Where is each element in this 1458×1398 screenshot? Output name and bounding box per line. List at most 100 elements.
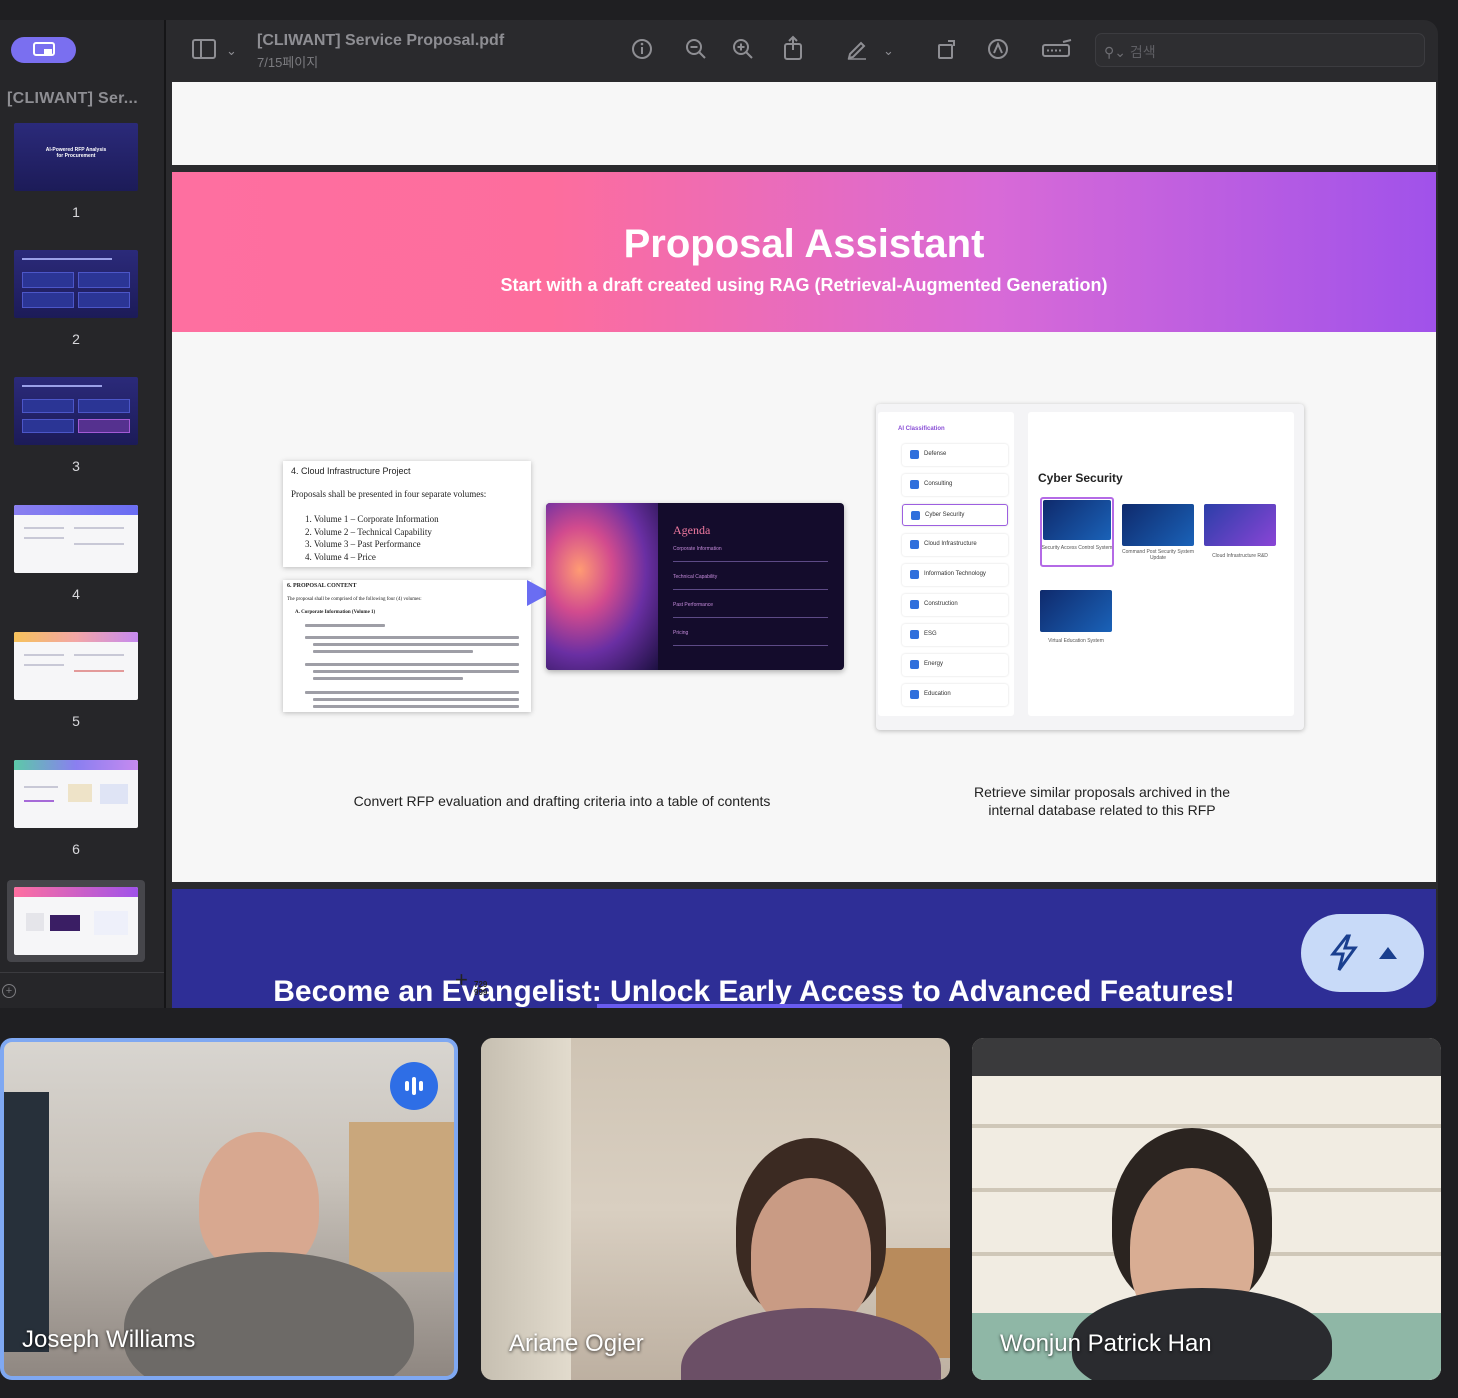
- agenda-item: Corporate Information: [673, 546, 722, 552]
- category-consulting[interactable]: Consulting: [902, 474, 1008, 496]
- result-thumbnail[interactable]: [1043, 500, 1111, 540]
- agenda-line: [673, 617, 828, 618]
- leaf-icon: [910, 660, 919, 669]
- thumb-line: [22, 385, 102, 387]
- thumb-line: [50, 915, 80, 931]
- abstract-art-image: [546, 503, 658, 670]
- rfp-volume-item: 2. Volume 2 – Technical Capability: [305, 526, 432, 537]
- folder-icon: [910, 690, 919, 699]
- agenda-line: [673, 645, 828, 646]
- annotate-icon[interactable]: [987, 38, 1009, 60]
- tile-top-bar: [972, 1038, 1441, 1076]
- result-caption: Command Post Security System Update: [1122, 549, 1194, 561]
- document-title: [CLIWANT] Service Proposal.pdf: [257, 32, 505, 49]
- thumbnail-page-1[interactable]: AI-Powered RFP Analysis for Procurement: [14, 123, 138, 191]
- slide-header: Proposal Assistant Start with a draft cr…: [172, 172, 1436, 332]
- caption-left: Convert RFP evaluation and drafting crit…: [353, 793, 771, 809]
- cursor-coordinates: 729 999: [474, 980, 488, 997]
- form-fill-icon[interactable]: [1041, 38, 1073, 60]
- floating-action-pill[interactable]: [1301, 914, 1424, 992]
- participant-name: Ariane Ogier: [509, 1330, 644, 1357]
- thumb-line: [24, 654, 64, 656]
- zoom-in-icon[interactable]: [732, 38, 754, 60]
- results-title: Cyber Security: [1038, 471, 1123, 485]
- thumbnail-number: 1: [72, 204, 80, 220]
- thumb-line: [74, 527, 124, 529]
- globe-icon: [910, 630, 919, 639]
- result-thumbnail[interactable]: [1204, 504, 1276, 546]
- chat-icon: [910, 570, 919, 579]
- result-thumbnail[interactable]: [1040, 590, 1112, 632]
- thumb-box: [22, 272, 74, 288]
- rotate-icon[interactable]: [936, 38, 958, 60]
- participant-tile-ariane-ogier[interactable]: Ariane Ogier: [481, 1038, 950, 1380]
- proposal-retrieval-card: AI Classification Defense Consulting Cyb…: [876, 404, 1304, 730]
- lightning-icon: [1330, 934, 1359, 971]
- thumbnail-page-6[interactable]: [14, 760, 138, 828]
- category-defense[interactable]: Defense: [902, 444, 1008, 466]
- server-icon: [910, 540, 919, 549]
- thumb-line: [24, 800, 54, 802]
- category-energy[interactable]: Energy: [902, 654, 1008, 676]
- slide-subtitle: Start with a draft created using RAG (Re…: [500, 275, 1108, 295]
- folder-icon: [910, 450, 919, 459]
- participant-tile-wonjun-patrick-han[interactable]: Wonjun Patrick Han: [972, 1038, 1441, 1380]
- category-label: Education: [924, 691, 951, 697]
- rfp-subsection: A. Corporate Information (Volume 1): [295, 610, 376, 615]
- window-curtain: [481, 1038, 571, 1380]
- thumbnail-page-5[interactable]: [14, 632, 138, 700]
- text-line: [313, 677, 463, 680]
- search-field[interactable]: ⚲⌄ 검색: [1095, 33, 1425, 67]
- markup-pen-icon[interactable]: [846, 38, 868, 60]
- rfp-section-title: 6. PROPOSAL CONTENT: [287, 583, 357, 589]
- thumb-line: [74, 670, 124, 672]
- thumbnail-page-3[interactable]: [14, 377, 138, 445]
- person-head: [199, 1132, 319, 1272]
- info-icon[interactable]: [631, 38, 653, 60]
- classification-header: AI Classification: [898, 426, 945, 432]
- document-icon: [911, 511, 920, 520]
- text-line: [313, 670, 519, 673]
- thumb-line: [94, 911, 128, 935]
- zoom-out-icon[interactable]: [685, 38, 707, 60]
- thumb-box: [22, 399, 74, 413]
- category-construction[interactable]: Construction: [902, 594, 1008, 616]
- add-icon[interactable]: +: [2, 984, 16, 998]
- participant-name: Wonjun Patrick Han: [1000, 1330, 1212, 1357]
- wall-cabinet: [349, 1122, 454, 1272]
- category-cloud-infrastructure[interactable]: Cloud Infrastructure: [902, 534, 1008, 556]
- thumb-box: [78, 399, 130, 413]
- participant-tile-joseph-williams[interactable]: Joseph Williams: [0, 1038, 458, 1380]
- thumb-line: [22, 258, 112, 260]
- presentation-icon: [32, 42, 55, 56]
- pdf-viewer-window: [CLIWANT] Ser... AI-Powered RFP Analysis…: [0, 20, 1438, 1008]
- category-label: Defense: [924, 451, 947, 457]
- rfp-volume-item: 1. Volume 1 – Corporate Information: [305, 514, 439, 524]
- results-panel: Cyber Security Security Access Control S…: [1028, 412, 1294, 716]
- category-label: Consulting: [924, 481, 953, 487]
- thumb-line: [24, 664, 64, 666]
- result-thumbnail[interactable]: [1122, 504, 1194, 546]
- category-education[interactable]: Education: [902, 684, 1008, 706]
- search-placeholder: 검색: [1129, 44, 1156, 60]
- thumb-line: [26, 913, 44, 931]
- category-information-technology[interactable]: Information Technology: [902, 564, 1008, 586]
- thumbnail-page-2[interactable]: [14, 250, 138, 318]
- chevron-down-icon[interactable]: ⌄: [883, 40, 894, 62]
- category-cyber-security[interactable]: Cyber Security: [902, 504, 1008, 526]
- agenda-preview: Agenda Corporate Information Technical C…: [546, 503, 844, 670]
- share-icon[interactable]: [782, 35, 804, 61]
- rfp-volumes-card: 4. Cloud Infrastructure Project Proposal…: [283, 461, 531, 567]
- thumb-box: [22, 292, 74, 308]
- caption-right: Retrieve similar proposals archived in t…: [974, 784, 1230, 818]
- present-button[interactable]: [11, 37, 76, 63]
- chevron-down-icon[interactable]: ⌄: [226, 40, 237, 62]
- agenda-item: Pricing: [673, 630, 689, 636]
- sidebar-toggle-icon[interactable]: [192, 39, 218, 59]
- sidebar-title: [CLIWANT] Ser...: [7, 90, 139, 107]
- thumbnail-page-4[interactable]: [14, 505, 138, 573]
- category-esg[interactable]: ESG: [902, 624, 1008, 646]
- thumbnail-page-7[interactable]: [14, 887, 138, 955]
- text-line: [313, 705, 519, 708]
- rfp-volume-item: 3. Volume 3 – Past Performance: [305, 539, 421, 549]
